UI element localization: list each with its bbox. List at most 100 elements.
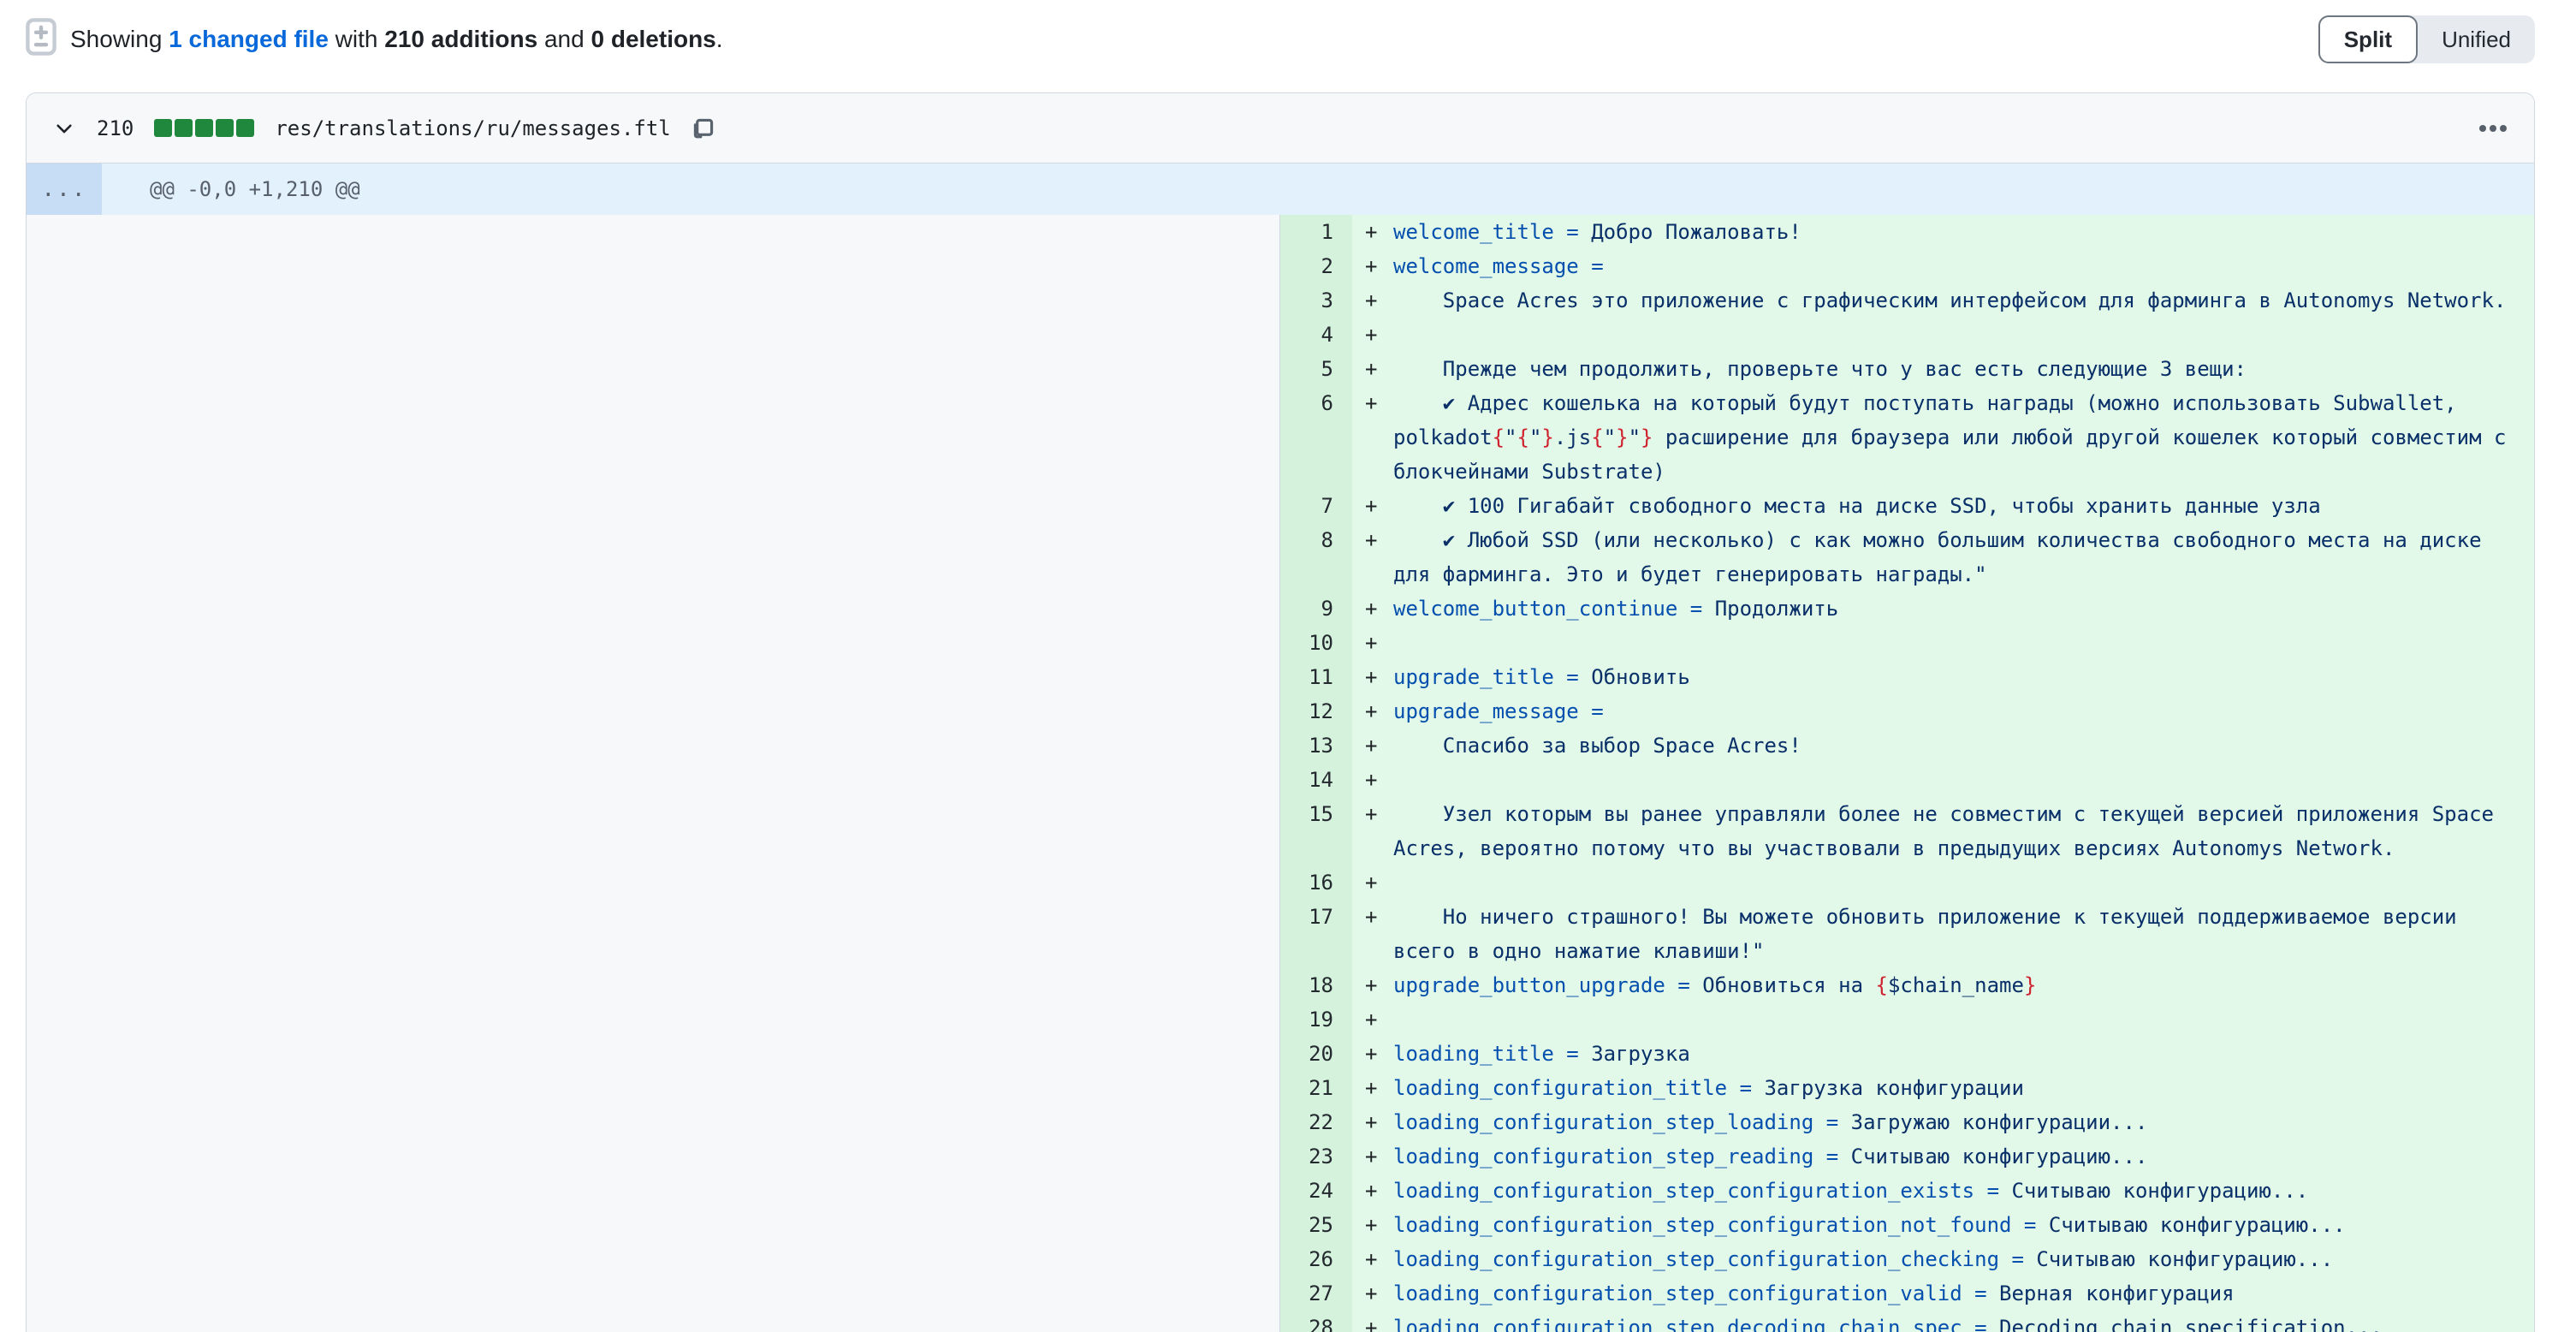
diff-row: 19+ <box>1280 1002 2534 1037</box>
code-line: + Спасибо за выбор Space Acres! <box>1352 728 2534 763</box>
code-line: + <box>1352 763 2534 797</box>
diff-row: 10+ <box>1280 626 2534 660</box>
collapse-file-button[interactable] <box>49 113 80 144</box>
diff-row: 4+ <box>1280 318 2534 352</box>
line-number[interactable]: 28 <box>1280 1311 1352 1332</box>
addition-sign: + <box>1365 1174 1377 1208</box>
code-line: + <box>1352 865 2534 900</box>
addition-sign: + <box>1365 763 1377 797</box>
ftl-brace-token: { <box>1517 425 1529 449</box>
expand-hunk-button[interactable]: ... <box>27 164 102 215</box>
line-number[interactable]: 6 <box>1280 386 1352 489</box>
ftl-value-token: Продолжить <box>1715 597 1839 621</box>
line-number[interactable]: 19 <box>1280 1002 1352 1037</box>
diff-row: 25+loading_configuration_step_configurat… <box>1280 1208 2534 1242</box>
code-line: + Но ничего страшного! Вы можете обновит… <box>1352 900 2534 968</box>
addition-sign: + <box>1365 1139 1377 1174</box>
line-number[interactable]: 26 <box>1280 1242 1352 1276</box>
ftl-key-token: loading_configuration_step_loading = <box>1393 1110 1851 1134</box>
line-number[interactable]: 10 <box>1280 626 1352 660</box>
line-number[interactable]: 25 <box>1280 1208 1352 1242</box>
ftl-brace-token: } <box>1641 425 1653 449</box>
line-number[interactable]: 7 <box>1280 489 1352 523</box>
ftl-key-token: loading_configuration_title = <box>1393 1076 1764 1100</box>
code-line: +upgrade_message = <box>1352 694 2534 728</box>
diff-row: 22+loading_configuration_step_loading = … <box>1280 1105 2534 1139</box>
file-options-kebab-button[interactable] <box>2474 113 2512 144</box>
code-line: + Прежде чем продолжить, проверьте что у… <box>1352 352 2534 386</box>
code-line: +loading_configuration_step_decoding_cha… <box>1352 1311 2534 1332</box>
summary-mid2: and <box>537 26 591 53</box>
unified-view-button[interactable]: Unified <box>2418 15 2535 63</box>
diff-row: 28+loading_configuration_step_decoding_c… <box>1280 1311 2534 1332</box>
diff-row: 20+loading_title = Загрузка <box>1280 1037 2534 1071</box>
ftl-key-token: loading_configuration_step_configuration… <box>1393 1281 1999 1305</box>
split-diff-body: 1+welcome_title = Добро Пожаловать!2+wel… <box>27 215 2534 1332</box>
addition-sign: + <box>1365 1037 1377 1071</box>
line-number[interactable]: 17 <box>1280 900 1352 968</box>
ftl-value-token: Обновиться на <box>1702 973 1875 997</box>
line-number[interactable]: 15 <box>1280 797 1352 865</box>
line-number[interactable]: 11 <box>1280 660 1352 694</box>
line-number[interactable]: 24 <box>1280 1174 1352 1208</box>
diff-row: 11+upgrade_title = Обновить <box>1280 660 2534 694</box>
code-line: + <box>1352 626 2534 660</box>
diffstat-addition-block <box>154 119 172 137</box>
line-number[interactable]: 8 <box>1280 523 1352 592</box>
diff-summary-bar: Showing 1 changed file with 210 addition… <box>26 10 2535 68</box>
code-line: + Узел которым вы ранее управляли более … <box>1352 797 2534 865</box>
line-number[interactable]: 18 <box>1280 968 1352 1002</box>
ftl-brace-token: } <box>1616 425 1628 449</box>
addition-sign: + <box>1365 592 1377 626</box>
diff-row: 6+ ✔ Адрес кошелька на который будут пос… <box>1280 386 2534 489</box>
ftl-value-token: Считываю конфигурацию... <box>2011 1179 2308 1203</box>
ftl-value-token: Считываю конфигурацию... <box>2036 1247 2333 1271</box>
code-line: +loading_configuration_title = Загрузка … <box>1352 1071 2534 1105</box>
addition-sign: + <box>1365 489 1377 523</box>
ftl-value-token: .js <box>1554 425 1591 449</box>
summary-prefix: Showing <box>70 26 169 53</box>
line-number[interactable]: 1 <box>1280 215 1352 249</box>
line-number[interactable]: 22 <box>1280 1105 1352 1139</box>
line-number[interactable]: 5 <box>1280 352 1352 386</box>
file-additions-count: 210 <box>97 116 134 140</box>
ftl-brace-token: { <box>1493 425 1505 449</box>
code-line: +upgrade_title = Обновить <box>1352 660 2534 694</box>
line-number[interactable]: 23 <box>1280 1139 1352 1174</box>
ftl-key-token: welcome_title = <box>1393 220 1591 244</box>
ftl-key-token: loading_configuration_step_decoding_chai… <box>1393 1316 1999 1332</box>
line-number[interactable]: 2 <box>1280 249 1352 283</box>
copy-path-button[interactable] <box>688 113 719 144</box>
addition-sign: + <box>1365 523 1377 557</box>
split-view-button[interactable]: Split <box>2318 15 2418 63</box>
code-line: +loading_configuration_step_loading = За… <box>1352 1105 2534 1139</box>
line-number[interactable]: 14 <box>1280 763 1352 797</box>
line-number[interactable]: 4 <box>1280 318 1352 352</box>
changed-files-summary: Showing 1 changed file with 210 addition… <box>70 26 723 53</box>
line-number[interactable]: 16 <box>1280 865 1352 900</box>
addition-sign: + <box>1365 1242 1377 1276</box>
line-number[interactable]: 9 <box>1280 592 1352 626</box>
addition-sign: + <box>1365 249 1377 283</box>
line-number[interactable]: 27 <box>1280 1276 1352 1311</box>
code-line: + ✔ Адрес кошелька на который будут пост… <box>1352 386 2534 489</box>
diff-row: 14 + <box>1280 763 2534 797</box>
ftl-key-token: upgrade_title = <box>1393 665 1591 689</box>
ftl-value-token: ✔ 100 Гигабайт свободного места на диске… <box>1393 494 2321 518</box>
line-number[interactable]: 21 <box>1280 1071 1352 1105</box>
changed-file-link[interactable]: 1 changed file <box>169 26 329 53</box>
hunk-header-row: ... @@ -0,0 +1,210 @@ <box>27 164 2534 215</box>
ftl-value-token: Верная конфигурация <box>1999 1281 2235 1305</box>
line-number[interactable]: 13 <box>1280 728 1352 763</box>
ftl-value-token: " <box>1505 425 1517 449</box>
ftl-value-token: Загрузка конфигурации <box>1764 1076 2023 1100</box>
ftl-key-token: loading_configuration_step_configuration… <box>1393 1247 2036 1271</box>
code-line: + ✔ Любой SSD (или несколько) с как можн… <box>1352 523 2534 592</box>
addition-sign: + <box>1365 797 1377 831</box>
line-number[interactable]: 20 <box>1280 1037 1352 1071</box>
addition-sign: + <box>1365 660 1377 694</box>
line-number[interactable]: 12 <box>1280 694 1352 728</box>
line-number[interactable]: 3 <box>1280 283 1352 318</box>
diff-row: 26 + loading_configuration_step_configurat… <box>1280 1242 2534 1276</box>
ftl-brace-token: { <box>1876 973 1888 997</box>
